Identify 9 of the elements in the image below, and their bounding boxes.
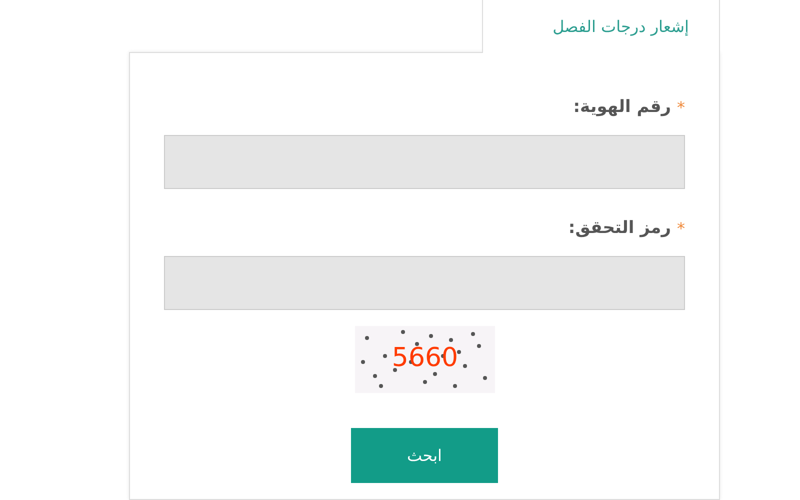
input-field[interactable] — [164, 135, 685, 189]
tab[interactable]: إشعار درجات الفصل — [482, 0, 720, 53]
field-label: رمز التحقق: — [568, 217, 671, 240]
required-mark: * — [677, 97, 685, 119]
search-button[interactable]: ابحث — [351, 428, 498, 483]
field-label: رقم الهوية: — [573, 96, 671, 120]
input-field[interactable] — [164, 256, 685, 310]
captcha-code: 5660 — [391, 343, 458, 373]
required-mark: * — [677, 218, 685, 240]
